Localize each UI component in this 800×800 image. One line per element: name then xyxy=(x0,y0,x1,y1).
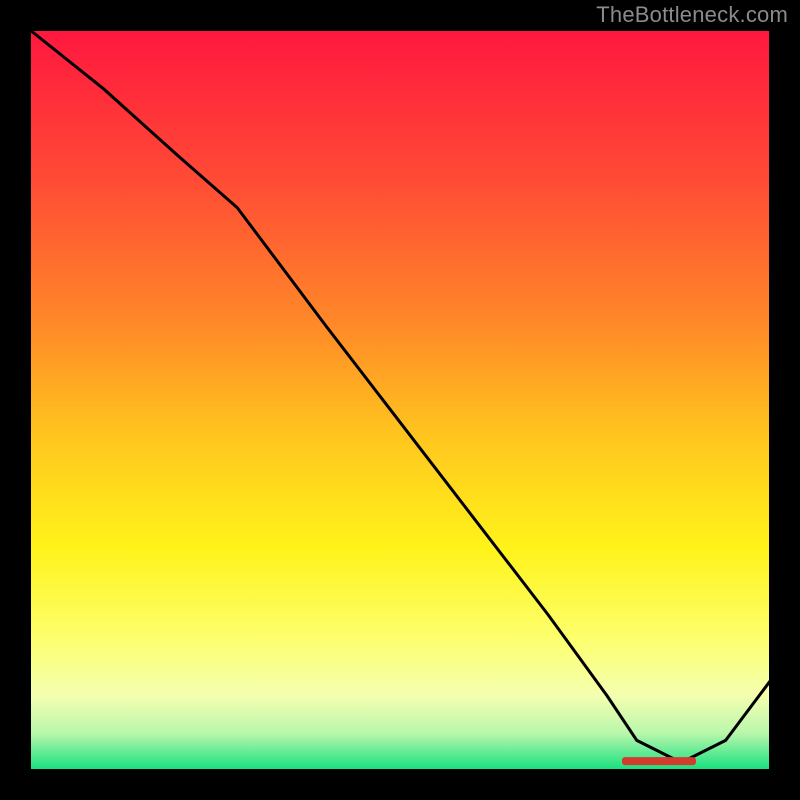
optimal-segment-marker xyxy=(622,757,696,765)
bottleneck-chart xyxy=(30,30,770,770)
watermark-label: TheBottleneck.com xyxy=(596,2,788,28)
gradient-background xyxy=(30,30,770,770)
plot-frame xyxy=(30,30,770,770)
chart-page: TheBottleneck.com xyxy=(0,0,800,800)
